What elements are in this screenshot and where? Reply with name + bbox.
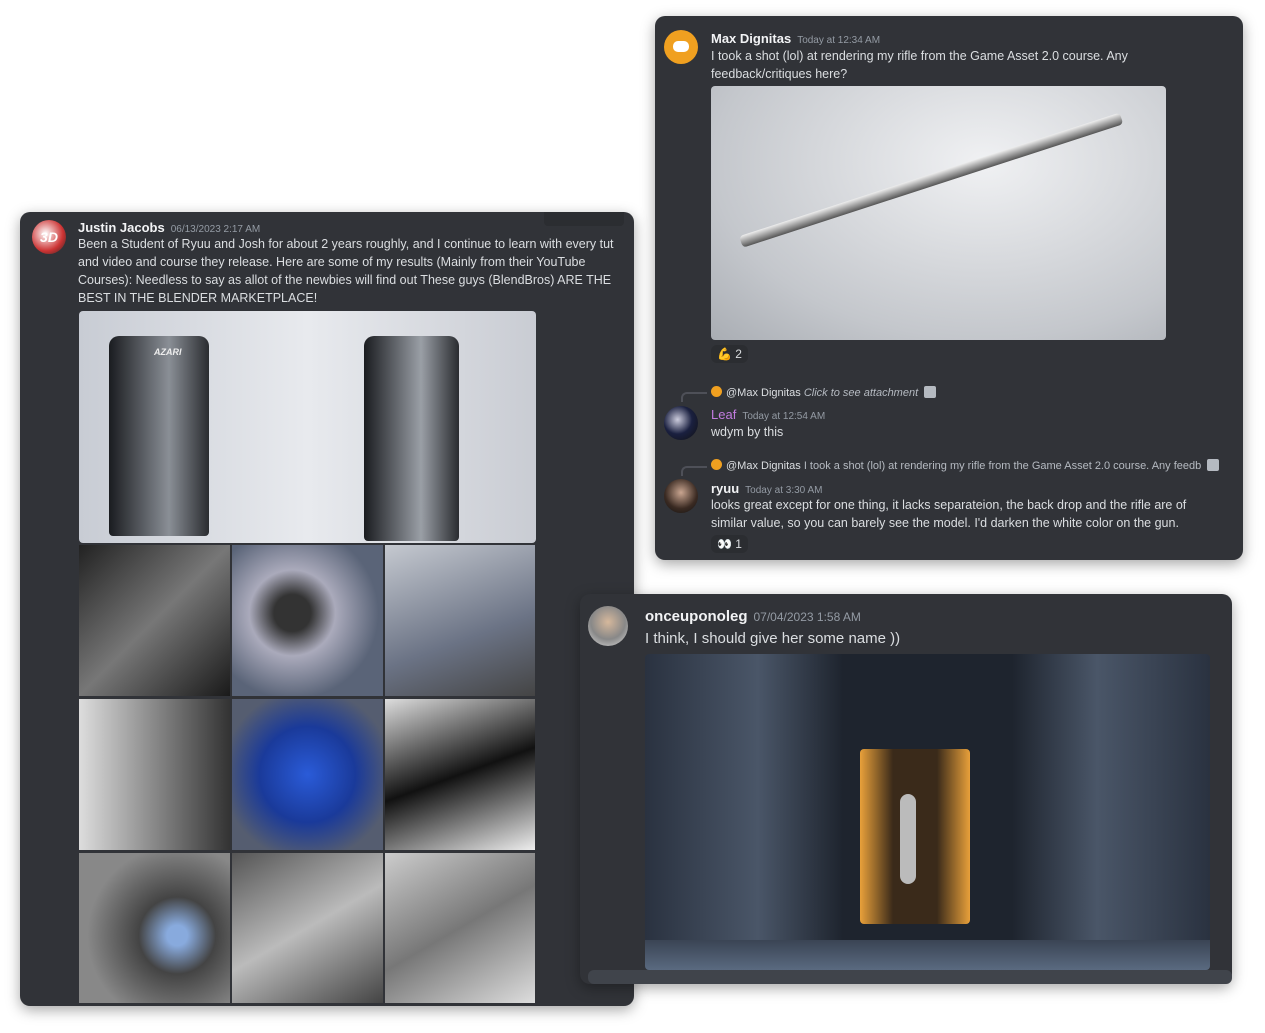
discord-avatar-mini-icon: [711, 386, 722, 397]
reply-connector: [681, 392, 707, 402]
attachment-image[interactable]: [232, 545, 383, 696]
message-text: I think, I should give her some name )): [645, 630, 901, 647]
reaction-flexed-biceps[interactable]: 💪 2: [711, 345, 748, 363]
attachment-image[interactable]: [232, 853, 383, 1003]
message-composer-bar[interactable]: [588, 970, 1232, 984]
discord-avatar-mini-icon: [711, 459, 722, 470]
reply-connector: [681, 466, 707, 476]
timestamp: Today at 12:34 AM: [797, 35, 881, 46]
attachment-image-main[interactable]: AZARI: [79, 311, 536, 543]
attachment-image[interactable]: [79, 545, 230, 696]
author-name[interactable]: ryuu: [711, 481, 739, 496]
avatar[interactable]: [664, 406, 698, 440]
reaction-eyes[interactable]: 👀 1: [711, 535, 748, 553]
avatar[interactable]: [588, 606, 628, 646]
avatar[interactable]: [664, 479, 698, 513]
message-header: Max Dignitas Today at 12:34 AM: [711, 30, 880, 48]
reply-reference[interactable]: @Max Dignitas Click to see attachment: [711, 386, 937, 399]
attachment-image[interactable]: [385, 699, 535, 850]
message-panel-oleg: onceuponoleg 07/04/2023 1:58 AM I think, …: [580, 594, 1232, 984]
message-text: wdym by this: [711, 425, 784, 439]
message-text: I took a shot (lol) at rendering my rifl…: [711, 49, 1128, 81]
avatar[interactable]: 3D: [32, 220, 66, 254]
timestamp: Today at 12:54 AM: [742, 411, 826, 422]
attachment-image[interactable]: [385, 853, 535, 1003]
author-name[interactable]: onceuponoleg: [645, 608, 748, 625]
author-name[interactable]: Justin Jacobs: [78, 220, 165, 235]
message-header: Leaf Today at 12:54 AM: [711, 406, 825, 424]
attachment-image[interactable]: [385, 545, 535, 696]
attachment-image[interactable]: [232, 699, 383, 850]
image-icon: [924, 386, 937, 398]
attachment-image-rifle[interactable]: [711, 86, 1166, 340]
message-panel-max: Max Dignitas Today at 12:34 AM I took a s…: [655, 16, 1243, 560]
timestamp: 06/13/2023 2:17 AM: [170, 224, 261, 235]
attachment-image[interactable]: [79, 853, 230, 1003]
brand-logo: AZARI: [154, 347, 182, 357]
timestamp: 07/04/2023 1:58 AM: [753, 610, 861, 624]
timestamp: Today at 3:30 AM: [745, 485, 823, 496]
reply-reference[interactable]: @Max Dignitas I took a shot (lol) at ren…: [711, 459, 1231, 472]
discord-avatar[interactable]: [664, 30, 698, 64]
message-actions-toolbar[interactable]: [544, 212, 624, 226]
message-panel-justin: 3D Justin Jacobs 06/13/2023 2:17 AM Been …: [20, 212, 634, 1006]
message-header: onceuponoleg 07/04/2023 1:58 AM: [645, 608, 861, 626]
author-name[interactable]: Leaf: [711, 407, 736, 422]
attachment-image-scifi-door[interactable]: [645, 654, 1210, 970]
image-icon: [1207, 459, 1220, 471]
message-text: looks great except for one thing, it lac…: [711, 498, 1187, 530]
author-name[interactable]: Max Dignitas: [711, 31, 791, 46]
attachment-image[interactable]: [79, 699, 230, 850]
message-text: Been a Student of Ryuu and Josh for abou…: [78, 237, 614, 305]
